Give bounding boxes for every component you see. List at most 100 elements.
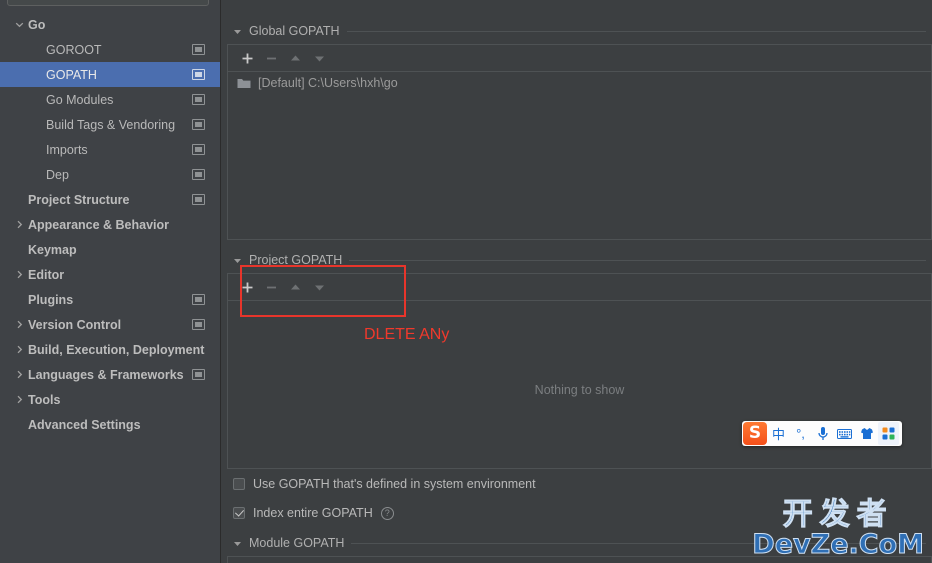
sidebar-item-label: Editor — [28, 267, 65, 282]
project-level-settings-icon — [192, 44, 205, 55]
chevron-right-icon[interactable] — [10, 395, 28, 404]
sidebar-item-label: GOROOT — [46, 42, 102, 57]
global-gopath-title: Global GOPATH — [249, 24, 340, 38]
module-gopath-title: Module GOPATH — [249, 536, 345, 550]
search-input[interactable] — [7, 0, 209, 6]
sidebar-item-project-structure[interactable]: Project Structure — [0, 187, 220, 212]
project-level-settings-icon — [192, 369, 205, 380]
sidebar-item-keymap[interactable]: Keymap — [0, 237, 220, 262]
project-level-settings-icon — [192, 169, 205, 180]
sidebar-item-version-control[interactable]: Version Control — [0, 312, 220, 337]
divider — [346, 30, 926, 32]
sidebar-item-advanced-settings[interactable]: Advanced Settings — [0, 412, 220, 437]
sogou-logo-icon[interactable]: S — [743, 422, 767, 445]
sidebar-item-label: Build Tags & Vendoring — [46, 117, 176, 132]
folder-icon — [237, 77, 251, 89]
global-gopath-header[interactable]: Global GOPATH — [221, 22, 932, 40]
move-down-global-gopath-button[interactable] — [308, 47, 330, 69]
chevron-down-icon — [233, 27, 242, 36]
checkbox[interactable] — [233, 507, 245, 519]
chinese-mode-toggle[interactable]: 中 — [768, 422, 789, 445]
project-gopath-header[interactable]: Project GOPATH — [221, 251, 932, 269]
global-gopath-list-panel: [Default] C:\Users\hxh\go — [227, 44, 932, 240]
module-gopath-section: Module GOPATH — [221, 534, 932, 563]
project-gopath-title: Project GOPATH — [249, 253, 343, 267]
remove-project-gopath-button[interactable] — [260, 276, 282, 298]
sidebar-item-label: Version Control — [28, 317, 122, 332]
project-level-settings-icon — [192, 319, 205, 330]
sidebar-item-go-modules[interactable]: Go Modules — [0, 87, 220, 112]
sidebar-item-languages-frameworks[interactable]: Languages & Frameworks — [0, 362, 220, 387]
sidebar-item-imports[interactable]: Imports — [0, 137, 220, 162]
sidebar-item-dep[interactable]: Dep — [0, 162, 220, 187]
sidebar-item-editor[interactable]: Editor — [0, 262, 220, 287]
chevron-right-icon[interactable] — [10, 345, 28, 354]
global-gopath-list[interactable]: [Default] C:\Users\hxh\go — [228, 72, 931, 94]
voice-input-icon[interactable] — [812, 422, 833, 445]
global-gopath-section: Global GOPATH [Default] C:\Users\hxh\go — [221, 22, 932, 240]
settings-dialog: Go GOROOT GOPATH Go Modules Build Tags & Ven… — [0, 0, 932, 563]
option-label: Use GOPATH that's defined in system envi… — [253, 477, 536, 491]
option-label: Index entire GOPATH — [253, 506, 373, 520]
move-up-global-gopath-button[interactable] — [284, 47, 306, 69]
sidebar-item-label: Advanced Settings — [28, 417, 141, 432]
sidebar-item-label: Imports — [46, 142, 88, 157]
add-global-gopath-button[interactable] — [236, 47, 258, 69]
sidebar-item-label: Languages & Frameworks — [28, 367, 184, 382]
option-row[interactable]: Use GOPATH that's defined in system envi… — [221, 474, 932, 494]
module-gopath-list-panel[interactable] — [227, 556, 932, 563]
annotation-text: DLETE ANy — [364, 326, 450, 343]
sidebar-item-goroot[interactable]: GOROOT — [0, 37, 220, 62]
module-gopath-header[interactable]: Module GOPATH — [221, 534, 932, 552]
sidebar-item-go[interactable]: Go — [0, 12, 220, 37]
gopath-options: Use GOPATH that's defined in system envi… — [221, 474, 932, 523]
empty-state-label: Nothing to show — [534, 383, 625, 397]
help-icon[interactable]: ? — [380, 506, 394, 520]
move-down-project-gopath-button[interactable] — [308, 276, 330, 298]
settings-tree: Go GOROOT GOPATH Go Modules Build Tags & Ven… — [0, 12, 220, 437]
remove-global-gopath-button[interactable] — [260, 47, 282, 69]
punctuation-toggle[interactable]: °, — [790, 422, 811, 445]
soft-keyboard-icon[interactable] — [834, 422, 855, 445]
project-level-settings-icon — [192, 144, 205, 155]
project-level-settings-icon — [192, 119, 205, 130]
project-level-settings-icon — [192, 294, 205, 305]
global-gopath-toolbar — [228, 45, 931, 72]
divider — [349, 259, 926, 261]
sidebar-item-build-execution-deployment[interactable]: Build, Execution, Deployment — [0, 337, 220, 362]
sogou-ime-toolbar[interactable]: S 中 °, — [742, 421, 902, 446]
move-up-project-gopath-button[interactable] — [284, 276, 306, 298]
chevron-right-icon[interactable] — [10, 220, 28, 229]
gopath-path-label: [Default] C:\Users\hxh\go — [258, 76, 398, 90]
gopath-list-item[interactable]: [Default] C:\Users\hxh\go — [228, 72, 931, 94]
sidebar-item-label: Plugins — [28, 292, 74, 307]
divider — [351, 542, 926, 544]
sidebar-item-plugins[interactable]: Plugins — [0, 287, 220, 312]
sidebar-item-label: Go Modules — [46, 92, 114, 107]
option-row[interactable]: Index entire GOPATH? — [221, 503, 932, 523]
chevron-right-icon[interactable] — [10, 370, 28, 379]
settings-sidebar: Go GOROOT GOPATH Go Modules Build Tags & Ven… — [0, 0, 221, 563]
chevron-right-icon[interactable] — [10, 320, 28, 329]
sidebar-item-appearance-behavior[interactable]: Appearance & Behavior — [0, 212, 220, 237]
sidebar-item-label: Appearance & Behavior — [28, 217, 170, 232]
project-level-settings-icon — [192, 69, 205, 80]
sidebar-item-label: GOPATH — [46, 67, 97, 82]
sidebar-item-label: Project Structure — [28, 192, 130, 207]
checkbox[interactable] — [233, 478, 245, 490]
gopath-settings-panel: Global GOPATH [Default] C:\Users\hxh\go … — [221, 0, 932, 563]
project-level-settings-icon — [192, 94, 205, 105]
sidebar-item-label: Dep — [46, 167, 69, 182]
toolbox-icon[interactable] — [878, 422, 899, 445]
add-project-gopath-button[interactable] — [236, 276, 258, 298]
project-gopath-toolbar — [228, 274, 931, 301]
sidebar-item-label: Build, Execution, Deployment — [28, 342, 205, 357]
sidebar-item-label: Tools — [28, 392, 61, 407]
sidebar-item-tools[interactable]: Tools — [0, 387, 220, 412]
sidebar-item-gopath[interactable]: GOPATH — [0, 62, 220, 87]
sidebar-item-build-tags-vendoring[interactable]: Build Tags & Vendoring — [0, 112, 220, 137]
skin-icon[interactable] — [856, 422, 877, 445]
chevron-right-icon[interactable] — [10, 270, 28, 279]
chevron-down-icon[interactable] — [10, 20, 28, 29]
chevron-down-icon — [233, 256, 242, 265]
